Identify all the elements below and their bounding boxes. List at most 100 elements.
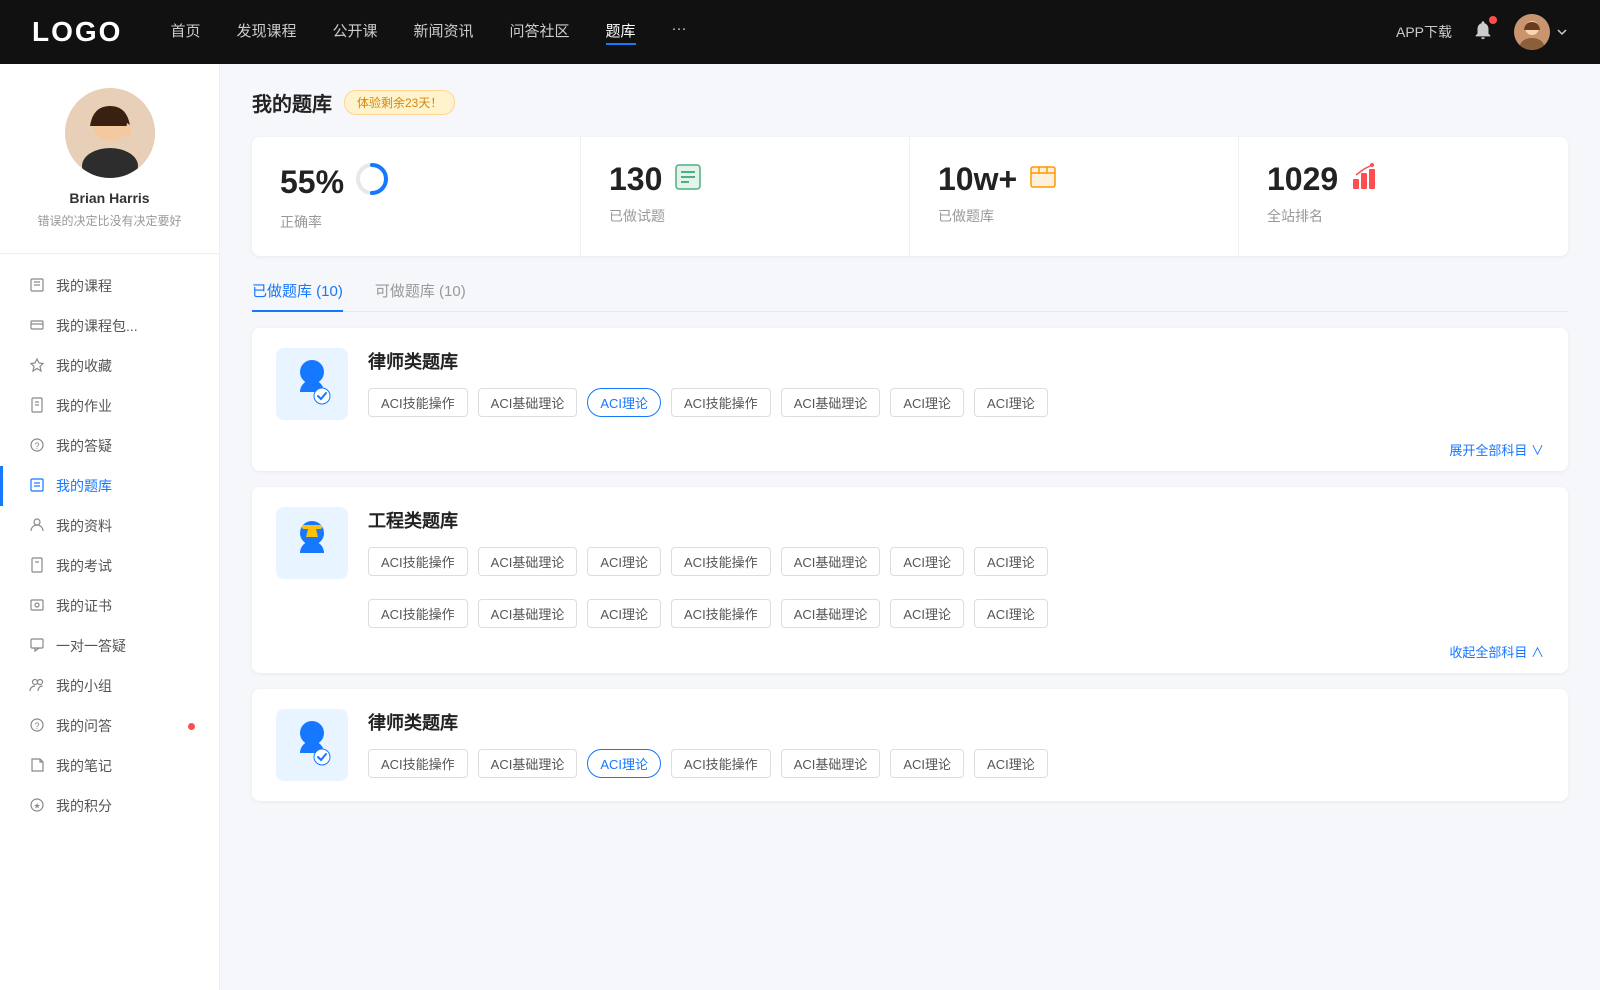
menu-my-cert[interactable]: 我的证书	[0, 586, 219, 626]
notification-dot	[1489, 16, 1497, 24]
extra-tag-2[interactable]: ACI理论	[587, 599, 661, 628]
menu-my-notes[interactable]: 我的笔记	[0, 746, 219, 786]
sidebar-menu: 我的课程 我的课程包... 我的收藏 我的作业	[0, 254, 219, 838]
notification-bell[interactable]	[1472, 19, 1494, 46]
bank-card-engineering: 工程类题库 ACI技能操作 ACI基础理论 ACI理论 ACI技能操作 ACI基…	[252, 487, 1568, 673]
user-avatar	[1514, 14, 1550, 50]
bank-card-body: 工程类题库 ACI技能操作 ACI基础理论 ACI理论 ACI技能操作 ACI基…	[368, 507, 1544, 576]
nav-bank[interactable]: 题库	[606, 20, 636, 45]
points-icon: ★	[28, 797, 46, 816]
bank-card-icon	[276, 507, 348, 579]
extra-tag-6[interactable]: ACI理论	[974, 599, 1048, 628]
menu-my-courses[interactable]: 我的课程	[0, 266, 219, 306]
menu-one-on-one[interactable]: 一对一答疑	[0, 626, 219, 666]
tag-2[interactable]: ACI理论	[587, 749, 661, 778]
menu-label: 我的题库	[56, 476, 112, 496]
bank-card-lawyer-2: 律师类题库 ACI技能操作 ACI基础理论 ACI理论 ACI技能操作 ACI基…	[252, 689, 1568, 801]
tags-row: ACI技能操作 ACI基础理论 ACI理论 ACI技能操作 ACI基础理论 AC…	[368, 547, 1544, 576]
menu-label: 我的小组	[56, 676, 112, 696]
tag-4[interactable]: ACI基础理论	[781, 547, 881, 576]
tab-done-banks[interactable]: 已做题库 (10)	[252, 280, 343, 311]
menu-favorites[interactable]: 我的收藏	[0, 346, 219, 386]
user-avatar-wrapper[interactable]	[1514, 14, 1568, 50]
extra-tag-3[interactable]: ACI技能操作	[671, 599, 771, 628]
menu-label: 我的作业	[56, 396, 112, 416]
tag-2[interactable]: ACI理论	[587, 547, 661, 576]
question-icon: ?	[28, 717, 46, 736]
menu-my-bank[interactable]: 我的题库	[0, 466, 219, 506]
bank-card-header: 工程类题库 ACI技能操作 ACI基础理论 ACI理论 ACI技能操作 ACI基…	[252, 487, 1568, 599]
bank-icon	[28, 477, 46, 496]
tag-6[interactable]: ACI理论	[974, 749, 1048, 778]
menu-label: 我的资料	[56, 516, 112, 536]
tag-2[interactable]: ACI理论	[587, 388, 661, 417]
extra-tag-4[interactable]: ACI基础理论	[781, 599, 881, 628]
tab-available-banks[interactable]: 可做题库 (10)	[375, 280, 466, 311]
header-right: APP下载	[1396, 14, 1568, 50]
menu-my-profile[interactable]: 我的资料	[0, 506, 219, 546]
nav-qa[interactable]: 问答社区	[510, 20, 570, 45]
tag-6[interactable]: ACI理论	[974, 388, 1048, 417]
extra-tag-1[interactable]: ACI基础理论	[478, 599, 578, 628]
menu-label: 我的课程包...	[56, 316, 138, 336]
profile-section: Brian Harris 错误的决定比没有决定要好	[0, 88, 219, 254]
tag-1[interactable]: ACI基础理论	[478, 749, 578, 778]
exam-icon	[28, 557, 46, 576]
tag-4[interactable]: ACI基础理论	[781, 749, 881, 778]
menu-homework[interactable]: 我的作业	[0, 386, 219, 426]
chevron-down-icon	[1556, 26, 1568, 38]
menu-my-qa[interactable]: ? 我的答疑	[0, 426, 219, 466]
menu-course-package[interactable]: 我的课程包...	[0, 306, 219, 346]
tag-1[interactable]: ACI基础理论	[478, 547, 578, 576]
page-header: 我的题库 体验剩余23天！	[252, 88, 1568, 117]
homework-icon	[28, 397, 46, 416]
menu-my-group[interactable]: 我的小组	[0, 666, 219, 706]
tag-5[interactable]: ACI理论	[890, 547, 964, 576]
menu-my-points[interactable]: ★ 我的积分	[0, 786, 219, 826]
tag-4[interactable]: ACI基础理论	[781, 388, 881, 417]
menu-label: 我的积分	[56, 796, 112, 816]
star-icon	[28, 357, 46, 376]
tag-6[interactable]: ACI理论	[974, 547, 1048, 576]
tag-0[interactable]: ACI技能操作	[368, 547, 468, 576]
stat-rank: 1029 全站排名	[1239, 137, 1568, 256]
tags-row: ACI技能操作 ACI基础理论 ACI理论 ACI技能操作 ACI基础理论 AC…	[368, 749, 1544, 778]
extra-tag-5[interactable]: ACI理论	[890, 599, 964, 628]
bank-card-body: 律师类题库 ACI技能操作 ACI基础理论 ACI理论 ACI技能操作 ACI基…	[368, 348, 1544, 417]
bank-card-title: 律师类题库	[368, 709, 1544, 735]
tag-3[interactable]: ACI技能操作	[671, 749, 771, 778]
tag-3[interactable]: ACI技能操作	[671, 547, 771, 576]
stat-done-banks-value: 10w+	[938, 161, 1017, 198]
nav-home[interactable]: 首页	[170, 20, 200, 45]
tag-5[interactable]: ACI理论	[890, 749, 964, 778]
bank-card-header: 律师类题库 ACI技能操作 ACI基础理论 ACI理论 ACI技能操作 ACI基…	[252, 689, 1568, 801]
nav-more[interactable]: ···	[672, 20, 687, 45]
nav-open-course[interactable]: 公开课	[332, 20, 377, 45]
bank-card-expand[interactable]: 展开全部科目 ∨	[252, 440, 1568, 471]
notes-icon	[28, 757, 46, 776]
tag-5[interactable]: ACI理论	[890, 388, 964, 417]
banks-icon	[1027, 161, 1059, 198]
menu-my-questions[interactable]: ? 我的问答	[0, 706, 219, 746]
nav-news[interactable]: 新闻资讯	[414, 20, 474, 45]
tag-0[interactable]: ACI技能操作	[368, 749, 468, 778]
svg-text:★: ★	[34, 801, 41, 810]
nav-discover[interactable]: 发现课程	[236, 20, 296, 45]
stat-rank-label: 全站排名	[1267, 206, 1540, 226]
menu-label: 我的收藏	[56, 356, 112, 376]
bank-card-body: 律师类题库 ACI技能操作 ACI基础理论 ACI理论 ACI技能操作 ACI基…	[368, 709, 1544, 778]
stat-accuracy-value: 55%	[280, 164, 344, 201]
menu-label: 我的证书	[56, 596, 112, 616]
svg-text:?: ?	[35, 721, 40, 731]
stat-done-questions-label: 已做试题	[609, 206, 881, 226]
stat-done-banks-label: 已做题库	[938, 206, 1210, 226]
app-download-link[interactable]: APP下载	[1396, 22, 1452, 42]
bank-card-collapse[interactable]: 收起全部科目 ∧	[252, 642, 1568, 673]
course-icon	[28, 277, 46, 296]
tag-1[interactable]: ACI基础理论	[478, 388, 578, 417]
tag-0[interactable]: ACI技能操作	[368, 388, 468, 417]
extra-tag-0[interactable]: ACI技能操作	[368, 599, 468, 628]
menu-my-exam[interactable]: 我的考试	[0, 546, 219, 586]
tag-3[interactable]: ACI技能操作	[671, 388, 771, 417]
chat-icon	[28, 637, 46, 656]
